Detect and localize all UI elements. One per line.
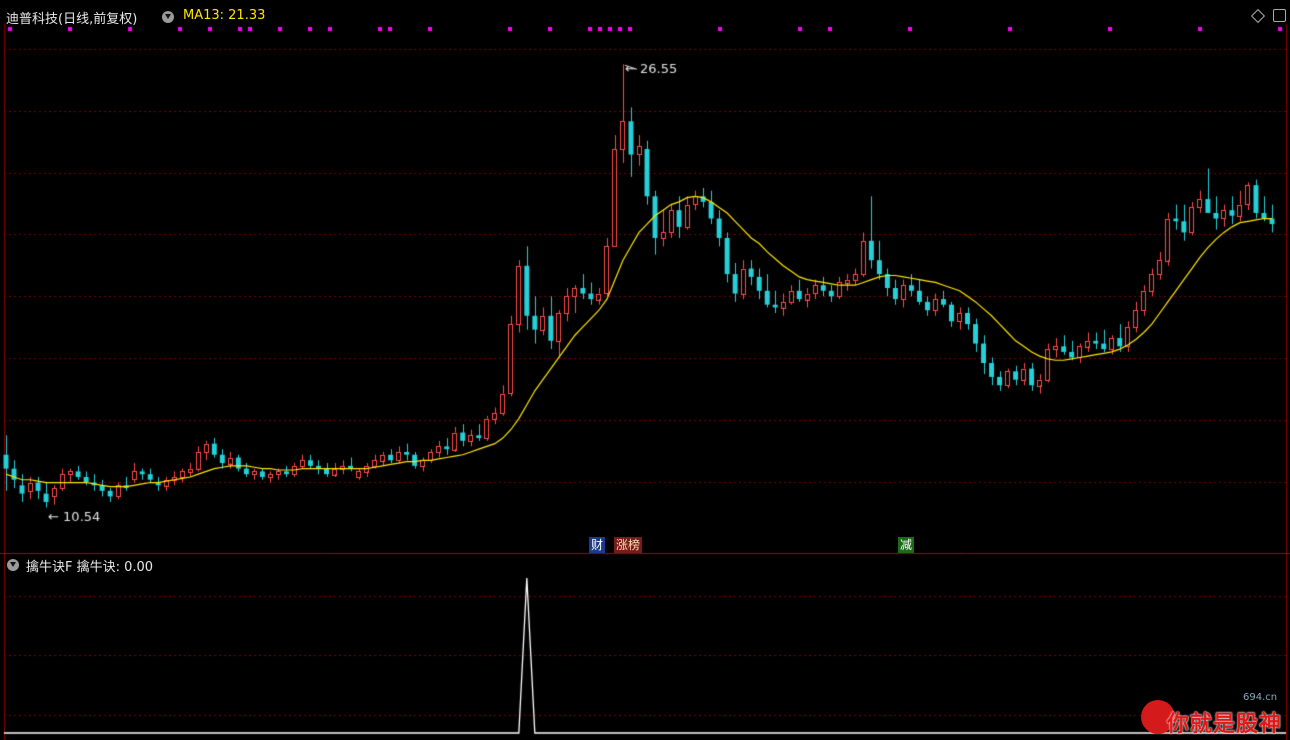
marker-jian[interactable]: 减	[898, 537, 915, 553]
logo-text: 你就是股神	[1167, 712, 1283, 737]
title-menu-icon[interactable]	[162, 11, 174, 23]
marker-zhangbang[interactable]: 涨榜	[614, 537, 643, 553]
ma-label: MA13: 21.33	[183, 8, 266, 23]
window-maximize-icon[interactable]	[1273, 9, 1286, 22]
chart-title: 迪普科技(日线,前复权)	[6, 12, 138, 27]
candlestick-chart[interactable]	[0, 0, 1290, 740]
indicator-label: 擒牛诀F 擒牛诀: 0.00	[26, 560, 154, 575]
logo-site: 694.cn	[1243, 692, 1278, 703]
watermark-logo: 694.cn 你就是股神	[1135, 692, 1285, 740]
marker-cai[interactable]: 财	[589, 537, 606, 553]
indicator-menu-icon[interactable]	[7, 559, 19, 571]
